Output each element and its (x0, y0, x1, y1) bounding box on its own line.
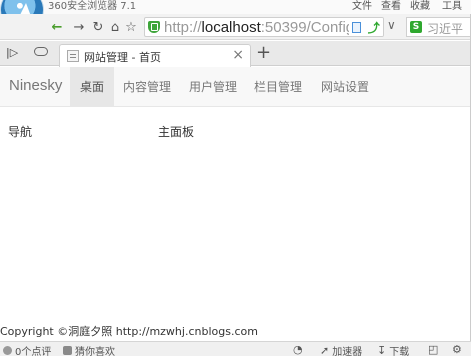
menu-view[interactable]: 查看 (381, 0, 401, 12)
new-tab-button[interactable]: + (256, 42, 271, 63)
guess-label: 猜你喜欢 (75, 347, 115, 356)
clock-status[interactable]: ◔ (293, 343, 303, 356)
star-icon[interactable]: ☆ (122, 18, 140, 36)
nav-item-users[interactable]: 用户管理 (186, 67, 240, 107)
nav-item-desktop[interactable]: 桌面 (70, 67, 114, 107)
accelerator-status[interactable]: ➚ 加速器 (320, 343, 362, 356)
search-engine-icon[interactable]: S (410, 21, 422, 33)
cloud-icon[interactable] (34, 47, 48, 56)
status-bar: 0个点评 猜你喜欢 ◔ ➚ 加速器 ↧ 下载 ◰ ⚙ (0, 341, 471, 356)
tab-bar: |▷ 网站管理 - 首页 × + (0, 41, 471, 67)
accelerator-label: 加速器 (332, 347, 363, 356)
tab-homepage[interactable]: 网站管理 - 首页 × (59, 44, 251, 67)
guess-icon (63, 346, 72, 355)
comments-status[interactable]: 0个点评 (3, 343, 51, 356)
menu-file[interactable]: 文件 (352, 0, 372, 12)
back-arrow-icon[interactable]: ← (48, 18, 66, 36)
refresh-icon[interactable]: ↻ (89, 18, 107, 36)
nav-item-settings[interactable]: 网站设置 (318, 67, 372, 107)
chevron-down-icon[interactable]: ∨ (387, 18, 396, 32)
page-info-icon[interactable] (352, 21, 362, 33)
shield-icon (148, 21, 160, 33)
site-navbar: Ninesky 桌面 内容管理 用户管理 栏目管理 网站设置 (0, 67, 471, 107)
browser-title-bar: 360安全浏览器 7.1 文件 查看 收藏 工具 (0, 0, 471, 32)
nav-item-columns[interactable]: 栏目管理 (251, 67, 305, 107)
download-status[interactable]: ↧ 下载 (377, 343, 409, 356)
address-tools: ⤴ (349, 18, 383, 36)
gear-icon: ⚙ (452, 343, 462, 356)
download-icon: ↧ (377, 344, 387, 356)
page-footer: Copyright ©洞庭夕照 http://mzwhj.cnblogs.com (0, 325, 258, 338)
address-url: http://localhost:50399/Config/Hc (164, 19, 377, 36)
sidebar-toggle-icon[interactable]: |▷ (6, 46, 18, 59)
search-input[interactable]: S 习近平 (406, 17, 471, 37)
nav-item-content[interactable]: 内容管理 (120, 67, 174, 107)
guess-status[interactable]: 猜你喜欢 (63, 343, 115, 356)
sidebar-title: 导航 (8, 125, 33, 139)
menu-tools[interactable]: 工具 (442, 0, 462, 12)
comments-label: 0个点评 (15, 347, 52, 356)
site-brand[interactable]: Ninesky (9, 77, 62, 94)
rocket-icon: ➚ (320, 344, 330, 356)
close-icon[interactable]: × (232, 47, 244, 63)
page-favicon-icon (67, 50, 79, 62)
browser-app-title: 360安全浏览器 7.1 (48, 1, 137, 12)
address-toolbar: ← → ↻ ⌂ ☆ http://localhost:50399/Config/… (0, 14, 471, 40)
address-input[interactable]: http://localhost:50399/Config/Hc ⤴ (144, 17, 384, 37)
main-title: 主面板 (158, 125, 195, 139)
extension-status[interactable]: ◰ (428, 343, 438, 356)
extension-icon: ◰ (428, 343, 439, 356)
search-placeholder: 习近平 (427, 22, 464, 36)
comment-icon (3, 346, 12, 355)
settings-status[interactable]: ⚙ (452, 343, 462, 356)
lightning-icon[interactable]: ⤴ (368, 19, 380, 36)
clock-icon: ◔ (293, 343, 303, 356)
menu-favorites[interactable]: 收藏 (410, 0, 430, 12)
tab-title: 网站管理 - 首页 (84, 51, 161, 64)
forward-arrow-icon[interactable]: → (70, 18, 88, 36)
download-label: 下载 (389, 347, 410, 356)
